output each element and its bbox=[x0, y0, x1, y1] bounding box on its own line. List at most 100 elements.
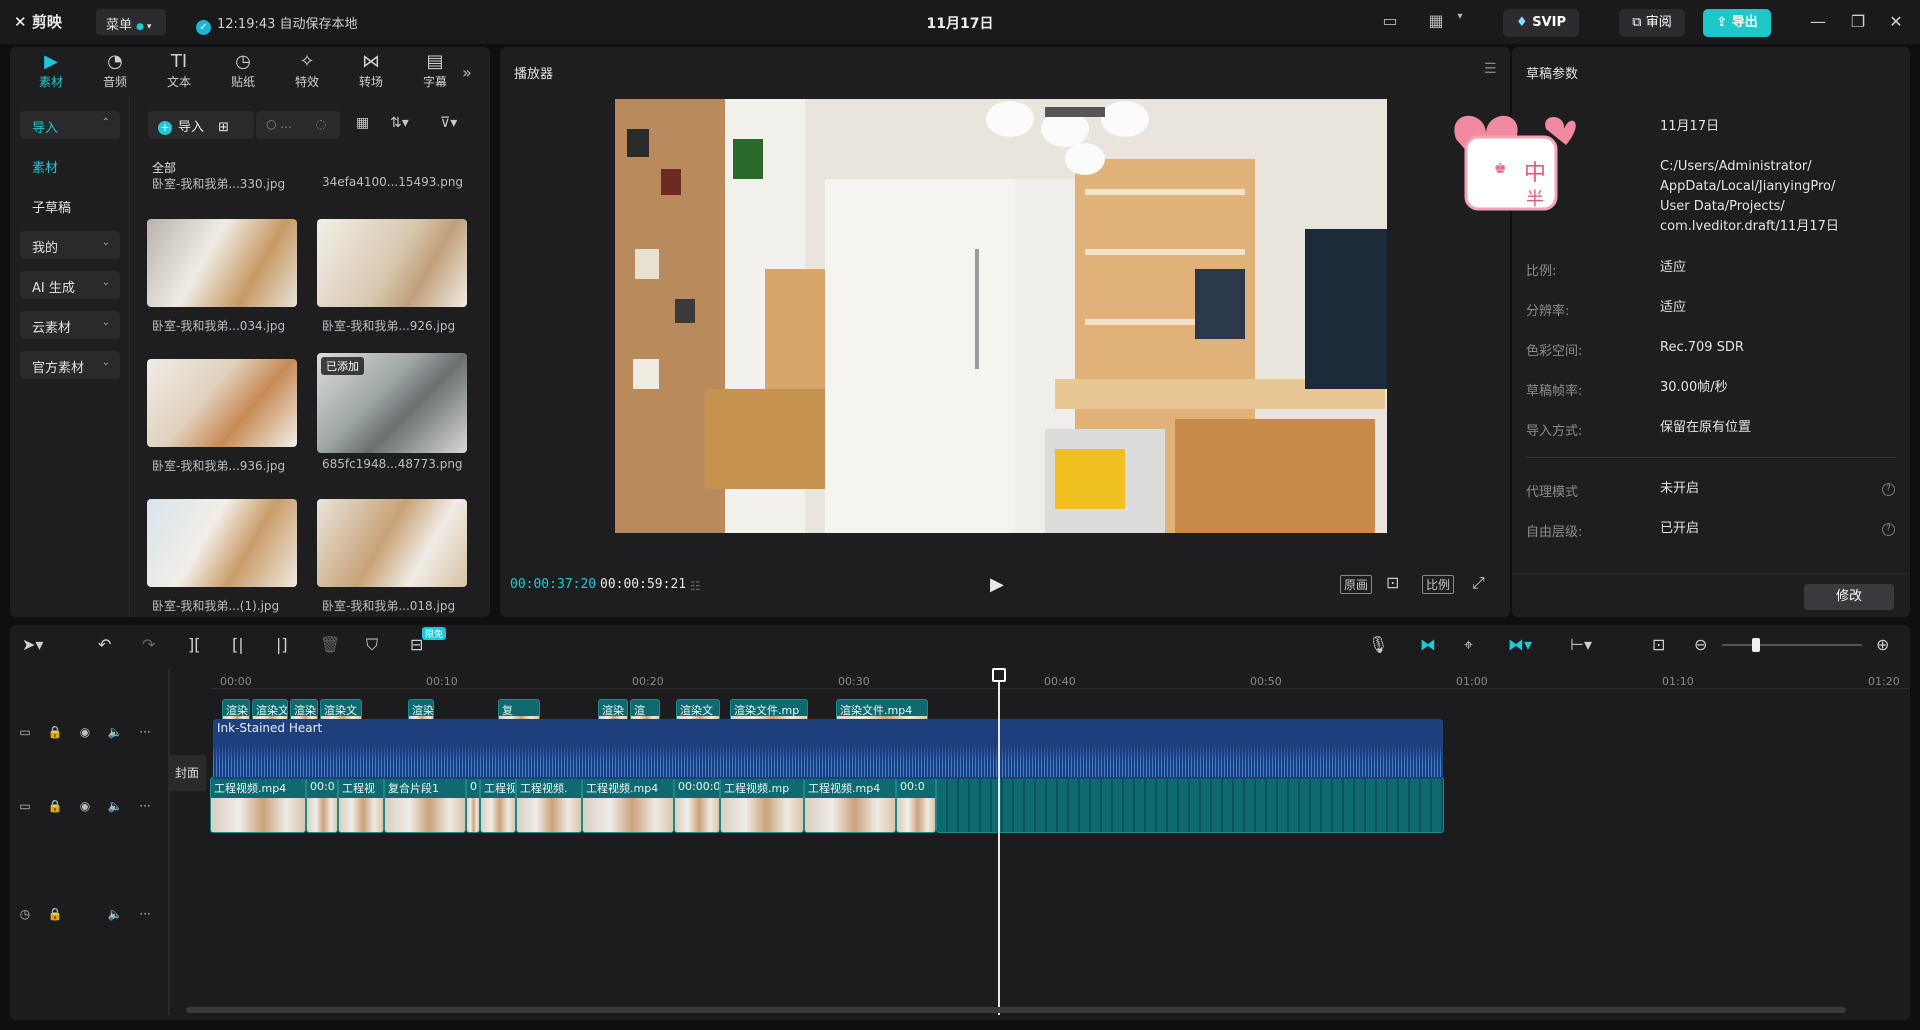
auto-snap-icon[interactable]: ⌖ bbox=[1464, 635, 1473, 655]
more-icon[interactable]: ··· bbox=[130, 907, 160, 921]
media-panel: ▶ 素材 ◔ 音频 TI 文本 ◷ 贴纸 ✧ 特效 ⋈ 转场 ▤ 字幕 » 导入 ⌃ 素材 子草… bbox=[10, 47, 490, 617]
more-tabs-icon[interactable]: » bbox=[462, 63, 472, 82]
zoom-fit-icon[interactable]: ⊡ bbox=[1386, 573, 1399, 592]
main-clip[interactable]: 工程视 bbox=[480, 777, 516, 833]
main-clip[interactable]: 工程视 bbox=[338, 777, 384, 833]
main-clip[interactable]: 工程视频.mp4 bbox=[804, 777, 896, 833]
main-clip[interactable]: 工程视频.mp bbox=[720, 777, 804, 833]
close-icon[interactable]: ✕ bbox=[1884, 10, 1908, 34]
import-button[interactable]: + 导入 ⊞ bbox=[148, 111, 254, 139]
sort-icon[interactable]: ⇅▾ bbox=[390, 115, 409, 131]
track-video-icon[interactable]: ▭ bbox=[10, 725, 40, 739]
tab-media[interactable]: ▶ 素材 bbox=[20, 51, 82, 90]
audio-track-icon[interactable]: ◷ bbox=[10, 907, 40, 921]
split-left-icon[interactable]: [| bbox=[232, 635, 244, 654]
redo-icon[interactable]: ↷ bbox=[142, 635, 155, 654]
main-clip[interactable]: 复合片段1 bbox=[384, 777, 466, 833]
delete-icon[interactable]: 🗑 bbox=[320, 635, 340, 654]
main-clip[interactable]: 00:00:0 bbox=[674, 777, 720, 833]
tab-text[interactable]: TI 文本 bbox=[148, 51, 210, 90]
media-thumb[interactable] bbox=[147, 499, 297, 587]
lock-icon[interactable]: 🔒 bbox=[40, 799, 70, 813]
tab-effects[interactable]: ✧ 特效 bbox=[276, 51, 338, 90]
fullscreen-icon[interactable]: ⤢ bbox=[1472, 573, 1485, 593]
select-tool-icon[interactable]: ➤▾ bbox=[22, 635, 43, 654]
sidebar-item-material[interactable]: 素材 bbox=[20, 151, 120, 179]
restore-icon[interactable]: ❐ bbox=[1846, 10, 1870, 34]
menu-button[interactable]: 菜单 ● ▾ bbox=[96, 9, 166, 35]
review-button[interactable]: ⧉ 审阅 bbox=[1619, 9, 1685, 37]
media-thumb[interactable] bbox=[147, 219, 297, 307]
filter-icon[interactable]: ⊽▾ bbox=[440, 115, 457, 131]
layout-dropdown-icon[interactable]: ▾ bbox=[1448, 11, 1472, 33]
tab-caption[interactable]: ▤ 字幕 bbox=[404, 51, 466, 90]
layout-icon[interactable]: ▦ bbox=[1424, 11, 1448, 33]
lock-icon[interactable]: 🔒 bbox=[40, 725, 70, 739]
playhead[interactable] bbox=[998, 673, 1000, 1015]
help-icon[interactable]: ? bbox=[1882, 483, 1895, 496]
eye-icon[interactable]: ◉ bbox=[70, 725, 100, 739]
main-clip[interactable]: 00:0 bbox=[306, 777, 338, 833]
sidebar-item-cloud[interactable]: 云素材 ⌄ bbox=[20, 311, 120, 339]
svip-button[interactable]: ♦ SVIP bbox=[1503, 9, 1579, 37]
undo-icon[interactable]: ↶ bbox=[98, 635, 111, 654]
volume-icon[interactable]: 🔈 bbox=[100, 725, 130, 739]
main-track-magnet-icon[interactable]: ⧓ bbox=[1420, 635, 1436, 654]
marker-icon[interactable]: ⛉ bbox=[366, 635, 378, 655]
more-icon[interactable]: ··· bbox=[130, 725, 160, 739]
eye-icon[interactable]: ◉ bbox=[70, 799, 100, 813]
audio-clip[interactable]: Ink-Stained Heart bbox=[213, 719, 1443, 779]
video-preview[interactable] bbox=[615, 99, 1387, 533]
timecode-grid-icon[interactable]: ☷ bbox=[690, 579, 701, 593]
volume-icon[interactable]: 🔈 bbox=[100, 907, 130, 921]
main-clip[interactable]: 工程视频.mp4 bbox=[582, 777, 674, 833]
minimize-icon[interactable]: — bbox=[1806, 10, 1830, 34]
export-button[interactable]: ⇪ 导出 bbox=[1703, 9, 1771, 37]
grid-view-icon[interactable]: ▦ bbox=[356, 115, 369, 131]
zoom-in-icon[interactable]: ⊕ bbox=[1876, 635, 1889, 654]
sidebar-item-mine[interactable]: 我的 ⌄ bbox=[20, 231, 120, 259]
original-quality-button[interactable]: 原画 bbox=[1340, 575, 1373, 594]
zoom-out-icon[interactable]: ⊖ bbox=[1694, 635, 1707, 654]
player-menu-icon[interactable]: ☰ bbox=[1484, 61, 1497, 77]
playhead-handle[interactable] bbox=[992, 668, 1006, 682]
sidebar-item-official[interactable]: 官方素材 ⌄ bbox=[20, 351, 120, 379]
sidebar-item-import[interactable]: 导入 ⌃ bbox=[20, 111, 120, 139]
media-thumb[interactable]: 已添加 bbox=[317, 353, 467, 453]
lock-icon[interactable]: 🔒 bbox=[40, 907, 70, 921]
sidebar-item-ai[interactable]: AI 生成 ⌄ bbox=[20, 271, 120, 299]
modify-button[interactable]: 修改 bbox=[1804, 584, 1894, 610]
tab-transition[interactable]: ⋈ 转场 bbox=[340, 51, 402, 90]
media-thumb[interactable] bbox=[147, 359, 297, 447]
main-clip[interactable]: 00:0 bbox=[896, 777, 936, 833]
time-ruler[interactable]: 00:00 00:10 00:20 00:30 00:40 00:50 01:0… bbox=[210, 669, 1910, 689]
main-clip[interactable]: 工程视频.mp4 bbox=[210, 777, 306, 833]
zoom-slider[interactable] bbox=[1722, 644, 1862, 646]
track-video-icon[interactable]: ▭ bbox=[10, 799, 40, 813]
tab-audio[interactable]: ◔ 音频 bbox=[84, 51, 146, 90]
framerate-value: 30.00帧/秒 bbox=[1660, 380, 1728, 395]
volume-icon[interactable]: 🔈 bbox=[100, 799, 130, 813]
media-thumb[interactable] bbox=[317, 219, 467, 307]
main-clip[interactable]: 工程视频. bbox=[516, 777, 582, 833]
search-input[interactable]: ○ ... ◌ bbox=[256, 111, 340, 139]
shortcut-icon[interactable]: ▭ bbox=[1378, 11, 1402, 33]
split-icon[interactable]: ][ bbox=[188, 635, 200, 654]
help-icon[interactable]: ? bbox=[1882, 523, 1895, 536]
split-right-icon[interactable]: |] bbox=[276, 635, 288, 654]
zoom-slider-thumb[interactable] bbox=[1752, 638, 1760, 652]
sidebar-item-subdraft[interactable]: 子草稿 bbox=[20, 191, 120, 219]
main-clip-strip[interactable] bbox=[936, 777, 1444, 833]
main-clip[interactable]: 0 bbox=[466, 777, 480, 833]
ratio-button[interactable]: 比例 bbox=[1422, 575, 1455, 594]
tab-sticker[interactable]: ◷ 贴纸 bbox=[212, 51, 274, 90]
preview-axis-icon[interactable]: ⊢▾ bbox=[1570, 635, 1592, 654]
timeline-scrollbar[interactable] bbox=[186, 1007, 1846, 1013]
more-icon[interactable]: ··· bbox=[130, 799, 160, 813]
fit-timeline-icon[interactable]: ⊡ bbox=[1652, 635, 1665, 654]
play-button[interactable]: ▶ bbox=[990, 574, 1004, 595]
media-thumb[interactable] bbox=[317, 499, 467, 587]
microphone-icon[interactable]: 🎙 bbox=[1368, 635, 1388, 654]
linkage-icon[interactable]: ⧓▾ bbox=[1508, 635, 1532, 654]
cover-button[interactable]: 封面 bbox=[168, 755, 206, 791]
